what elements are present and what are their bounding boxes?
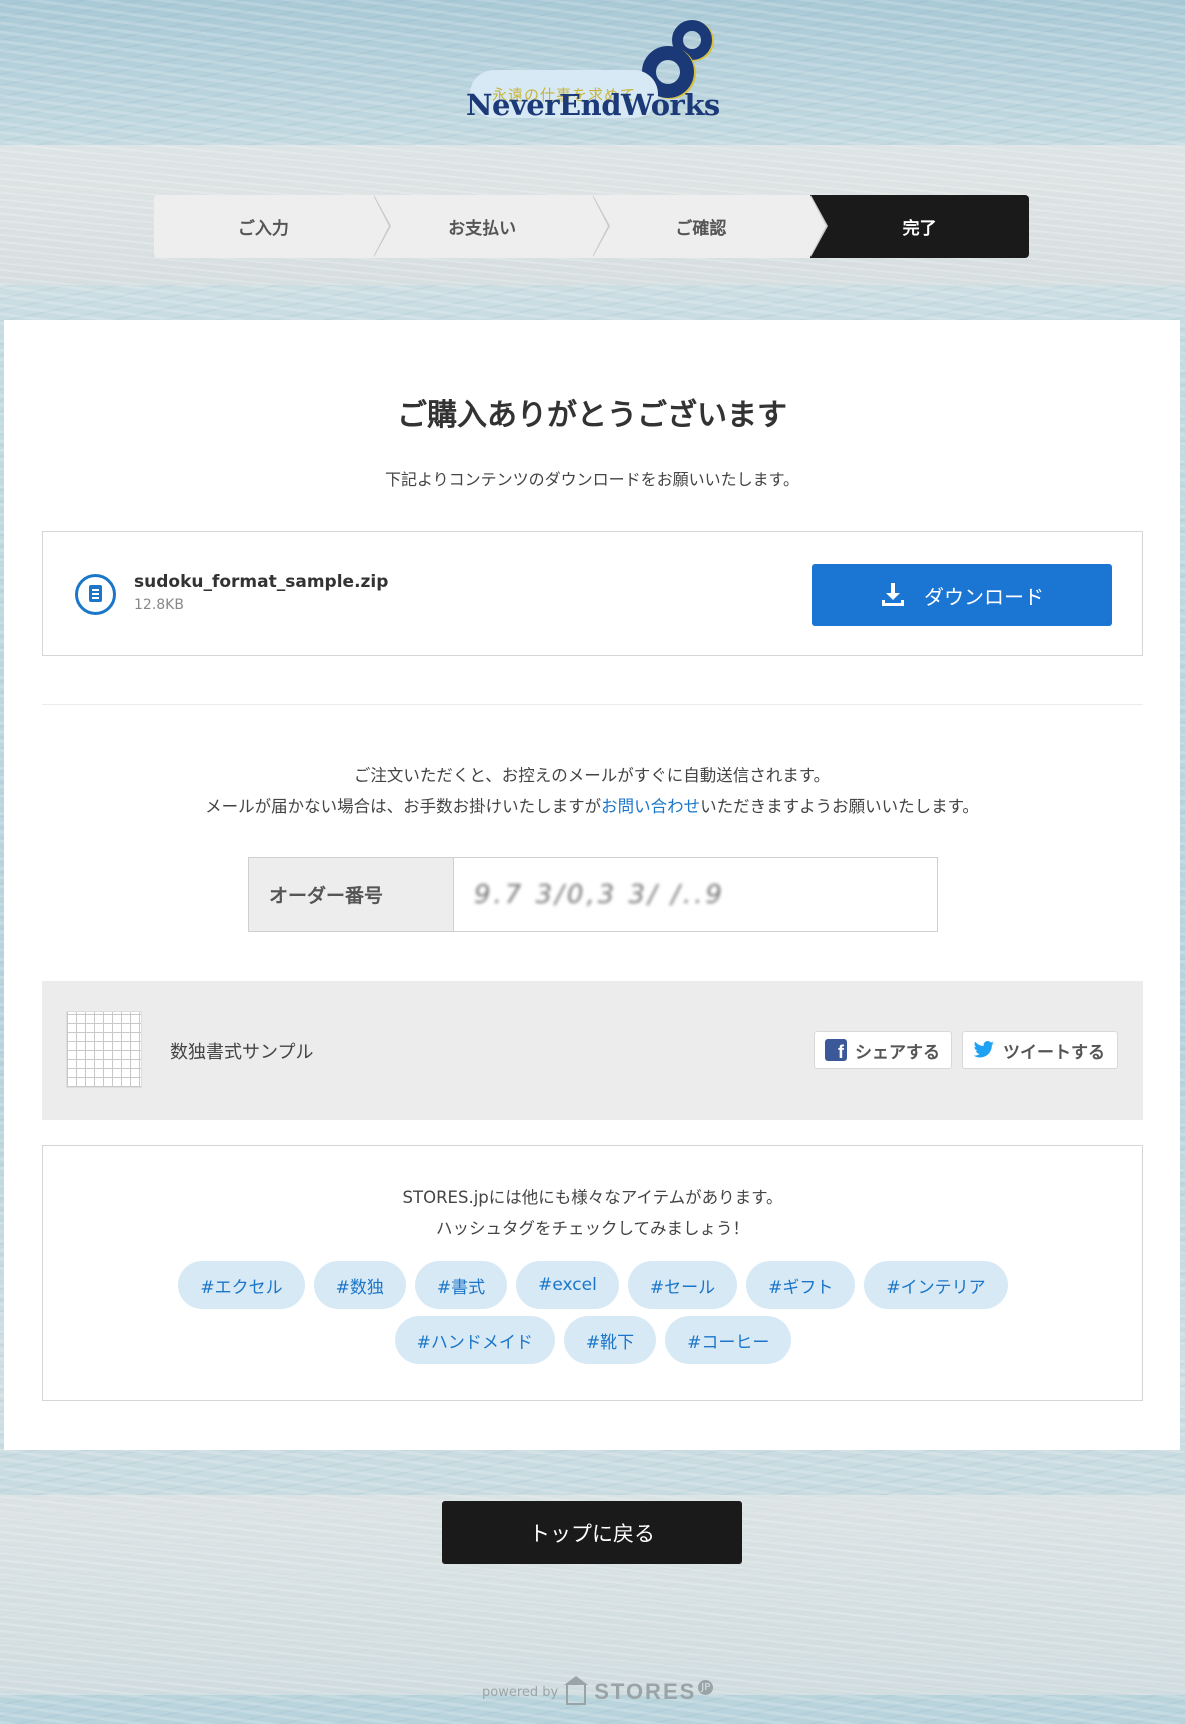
facebook-share-button[interactable]: f シェアする xyxy=(814,1031,952,1069)
hashtag-intro-line-2: ハッシュタグをチェックしてみましょう！ xyxy=(435,1219,749,1238)
twitter-share-button[interactable]: ツイートする xyxy=(962,1031,1118,1069)
hashtag-list: #エクセル #数独 #書式 #excel #セール #ギフト #インテリア #ハ… xyxy=(103,1261,1083,1364)
hashtag-chip[interactable]: #インテリア xyxy=(864,1261,1008,1309)
notice-text: メールが届かない場合は、お手数お掛けいたしますが xyxy=(205,797,602,816)
hashtag-chip[interactable]: #コーヒー xyxy=(665,1316,792,1364)
site-logo[interactable]: 永遠の仕事を求めて NeverEndWorks xyxy=(466,16,726,126)
stores-house-icon xyxy=(564,1676,589,1705)
hashtag-chip[interactable]: #靴下 xyxy=(563,1316,657,1364)
step-label: 完了 xyxy=(902,219,937,239)
order-number-value: 9.7 3/0,3 3/ /..9 xyxy=(474,879,725,910)
download-button-label: ダウンロード xyxy=(924,584,1044,609)
notice-text: いただきますようお願いいたします。 xyxy=(700,797,979,816)
contact-link[interactable]: お問い合わせ xyxy=(601,797,700,816)
back-to-top-button[interactable]: トップに戻る xyxy=(442,1501,742,1564)
product-name[interactable]: 数独書式サンプル xyxy=(170,1038,313,1064)
step-arrow xyxy=(810,195,827,257)
download-icon xyxy=(882,583,904,606)
twitter-icon xyxy=(973,1041,994,1058)
logo-brand-name: NeverEndWorks xyxy=(466,88,720,122)
step-confirm: ご確認 xyxy=(591,195,829,258)
section-divider xyxy=(42,704,1143,705)
step-arrow xyxy=(591,195,608,257)
page-title: ご購入ありがとうございます xyxy=(397,398,787,433)
download-button[interactable]: ダウンロード xyxy=(812,564,1112,626)
facebook-share-label: シェアする xyxy=(855,1042,940,1063)
step-label: お支払い xyxy=(448,219,517,239)
hashtag-chip[interactable]: #エクセル xyxy=(178,1261,305,1309)
stores-jp-badge: JP xyxy=(698,1679,714,1695)
twitter-share-label: ツイートする xyxy=(1003,1042,1105,1063)
file-size: 12.8KB xyxy=(134,597,184,613)
step-complete: 完了 xyxy=(810,195,1029,258)
hashtag-intro: STORES.jpには他にも様々なアイテムがあります。 ハッシュタグをチェックし… xyxy=(43,1182,1142,1244)
hashtag-chip[interactable]: #数独 xyxy=(313,1261,406,1309)
thank-you-card: ご購入ありがとうございます 下記よりコンテンツのダウンロードをお願いいたします。… xyxy=(4,320,1180,1450)
notice-line-1: ご注文いただくと、お控えのメールがすぐに自動送信されます。 xyxy=(353,766,831,785)
file-name: sudoku_format_sample.zip xyxy=(134,572,389,592)
hashtag-chip[interactable]: #excel xyxy=(516,1261,619,1309)
hashtag-chip[interactable]: #ギフト xyxy=(746,1261,856,1309)
powered-by-stores[interactable]: powered by STORES JP xyxy=(482,1676,714,1705)
step-input: ご入力 xyxy=(154,195,391,258)
step-payment: お支払い xyxy=(372,195,610,258)
checkout-progress: ご入力 お支払い ご確認 完了 xyxy=(154,195,1029,258)
product-section: 数独書式サンプル f シェアする ツイートする xyxy=(42,981,1143,1120)
page-subtitle: 下記よりコンテンツのダウンロードをお願いいたします。 xyxy=(384,470,800,489)
email-notice: ご注文いただくと、お控えのメールがすぐに自動送信されます。 メールが届かない場合… xyxy=(4,760,1180,822)
facebook-icon: f xyxy=(825,1039,847,1061)
order-number-label: オーダー番号 xyxy=(249,858,454,931)
powered-by-text: powered by xyxy=(482,1684,559,1700)
order-number-table: オーダー番号 9.7 3/0,3 3/ /..9 xyxy=(248,857,938,932)
hashtag-section: STORES.jpには他にも様々なアイテムがあります。 ハッシュタグをチェックし… xyxy=(42,1145,1143,1401)
hashtag-chip[interactable]: #書式 xyxy=(414,1261,508,1309)
step-label: ご入力 xyxy=(237,219,289,239)
notice-line-2: メールが届かない場合は、お手数お掛けいたしますがお問い合わせいただきますようお願… xyxy=(4,791,1180,822)
file-icon xyxy=(75,574,116,615)
step-arrow xyxy=(372,195,389,257)
stores-logo-text: STORES xyxy=(594,1679,697,1704)
product-thumbnail[interactable] xyxy=(66,1011,142,1088)
hashtag-chip[interactable]: #ハンドメイド xyxy=(394,1316,555,1364)
download-box: sudoku_format_sample.zip 12.8KB ダウンロード xyxy=(42,531,1143,656)
step-label: ご確認 xyxy=(675,219,727,239)
hashtag-intro-line-1: STORES.jpには他にも様々なアイテムがあります。 xyxy=(402,1188,783,1207)
hashtag-chip[interactable]: #セール xyxy=(627,1261,738,1309)
